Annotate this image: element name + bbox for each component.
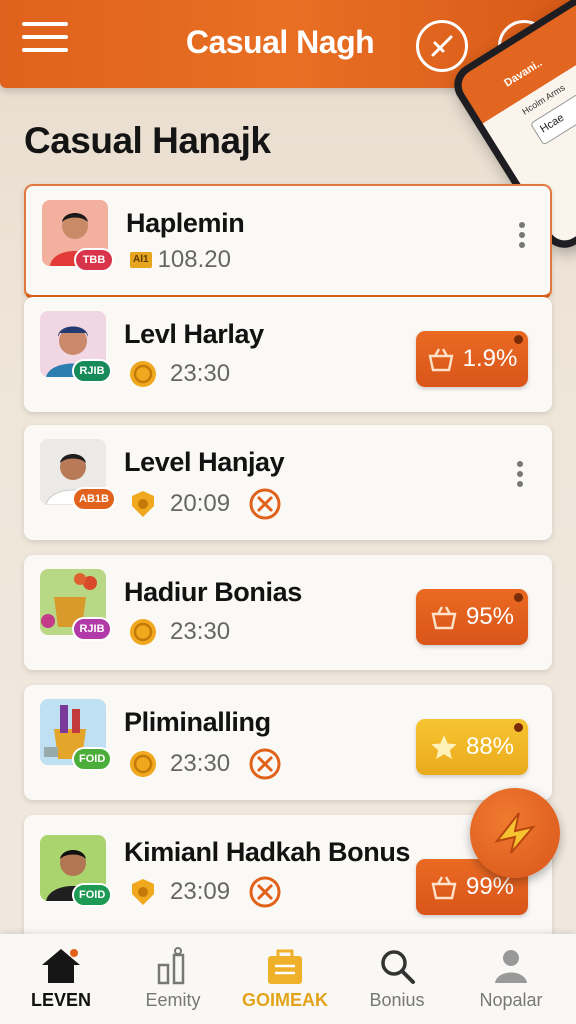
more-options-icon[interactable] — [514, 461, 526, 497]
lightning-icon — [494, 812, 536, 854]
card-value: 108.20 — [157, 246, 231, 273]
basket-icon — [431, 606, 457, 630]
card-title: Haplemin — [126, 208, 245, 238]
bonus-button[interactable]: 88% — [416, 719, 528, 775]
user-icon — [495, 950, 527, 983]
nav-item-goimeak[interactable]: GOIMEAK — [230, 946, 340, 1011]
coin-icon — [130, 361, 156, 387]
nav-item-bonius[interactable]: Bonius — [342, 946, 452, 1011]
phone-preview-title: Davani.. — [502, 57, 545, 90]
hamburger-menu-icon[interactable] — [22, 22, 68, 62]
nav-item-nopalar[interactable]: Nopalar — [456, 946, 566, 1011]
status-badge: RJIB — [72, 617, 112, 641]
list-item[interactable]: AB1B Level Hanjay 20:09 — [24, 425, 552, 540]
bonus-value: 95% — [465, 603, 515, 630]
bonus-value: 88% — [465, 733, 515, 760]
card-title: Pliminalling — [124, 707, 271, 737]
nav-label: Nopalar — [479, 990, 543, 1010]
chart-icon — [157, 947, 185, 985]
basket-icon — [431, 876, 457, 900]
card-value: 23:30 — [170, 360, 231, 387]
section-title: Casual Hanajk — [24, 120, 271, 161]
card-title: Levl Harlay — [124, 319, 264, 349]
status-badge: RJIB — [72, 359, 112, 383]
card-value: 23:30 — [170, 750, 231, 777]
coin-icon — [130, 619, 156, 645]
list-item[interactable]: RJIB Levl Harlay 23:30 1.9% — [24, 297, 552, 412]
nav-item-home[interactable]: LEVEN — [6, 946, 116, 1011]
nav-item-eemity[interactable]: Eemity — [118, 946, 228, 1011]
bonus-button[interactable]: 95% — [416, 589, 528, 645]
list-item[interactable]: FOID Pliminalling 23:30 88% — [24, 685, 552, 800]
shield-icon — [132, 491, 154, 517]
card-title: Kimianl Hadkah Bonus — [124, 837, 411, 867]
nav-label: LEVEN — [30, 990, 91, 1010]
list-item[interactable]: RJIB Hadiur Bonias 23:30 95% — [24, 555, 552, 670]
star-icon — [431, 735, 457, 759]
floating-action-button[interactable] — [470, 788, 560, 878]
card-value: 23:09 — [170, 878, 231, 905]
home-icon — [42, 949, 80, 983]
card-value: 20:09 — [170, 490, 231, 517]
status-badge: AB1B — [72, 487, 116, 511]
cancel-icon[interactable] — [248, 747, 282, 781]
search-icon — [381, 950, 415, 984]
bonus-button[interactable]: 1.9% — [416, 331, 528, 387]
cancel-icon[interactable] — [248, 487, 282, 521]
status-badge: FOID — [72, 747, 113, 771]
shield-icon — [132, 879, 154, 905]
bottom-nav: LEVEN Eemity GOIMEAK Bonius Nopalar — [0, 934, 576, 1024]
bag-icon — [268, 949, 302, 984]
list-item[interactable]: TBB Haplemin Al1 108.20 — [24, 184, 552, 299]
card-title: Hadiur Bonias — [124, 577, 302, 607]
card-value: 23:30 — [170, 618, 231, 645]
cancel-icon[interactable] — [248, 875, 282, 909]
coin-icon — [130, 751, 156, 777]
level-chip: Al1 — [130, 252, 152, 268]
nav-label: Eemity — [145, 990, 201, 1010]
basket-icon — [428, 348, 454, 372]
nav-label: GOIMEAK — [241, 990, 328, 1010]
bonus-value: 1.9% — [462, 345, 518, 372]
nav-label: Bonius — [369, 990, 425, 1010]
status-badge: TBB — [74, 248, 114, 272]
app-title: Casual Nagh — [185, 24, 375, 60]
card-title: Level Hanjay — [124, 447, 285, 477]
compass-icon[interactable] — [416, 20, 468, 72]
more-options-icon[interactable] — [516, 222, 528, 258]
status-badge: FOID — [72, 883, 113, 907]
